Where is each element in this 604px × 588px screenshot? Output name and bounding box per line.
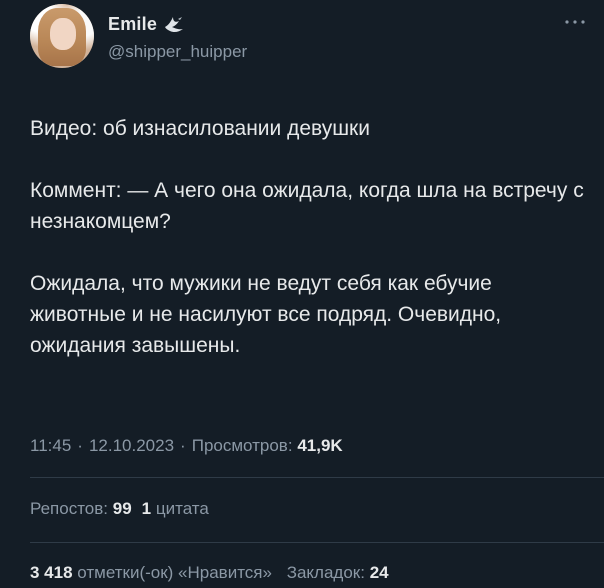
avatar-face — [50, 18, 76, 50]
tweet-text: Видео: об изнасиловании девушки Коммент:… — [30, 113, 590, 361]
tweet-time[interactable]: 11:45 — [30, 436, 71, 455]
dove-icon — [165, 16, 184, 32]
separator: · — [180, 436, 186, 455]
divider — [30, 542, 604, 543]
tweet-paragraph: Ожидала, что мужики не ведут себя как еб… — [30, 272, 502, 357]
tweet-paragraph: Видео: об изнасиловании девушки — [30, 117, 370, 140]
quotes-count[interactable]: 1 — [142, 499, 151, 518]
likes-count[interactable]: 3 418 — [30, 563, 73, 582]
divider — [30, 477, 604, 478]
engagement-stats: 3 418 отметки(-ок) «Нравится» Закладок: … — [30, 563, 389, 583]
tweet-date[interactable]: 12.10.2023 — [89, 436, 174, 455]
tweet-card: Emile @shipper_huipper Видео: об изнасил… — [0, 0, 604, 588]
display-name[interactable]: Emile — [108, 14, 157, 35]
tweet-meta: 11:45 · 12.10.2023 · Просмотров: 41,9K — [30, 436, 343, 456]
likes-label[interactable]: отметки(-ок) «Нравится» — [77, 563, 272, 582]
tweet-paragraph: Коммент: — А чего она ожидала, когда шла… — [30, 179, 584, 233]
quotes-label[interactable]: цитата — [156, 499, 209, 518]
separator: · — [77, 436, 83, 455]
author-name-row: Emile — [108, 14, 185, 35]
more-dots-icon[interactable] — [562, 15, 588, 29]
author-handle[interactable]: @shipper_huipper — [108, 42, 247, 62]
views-label: Просмотров: — [191, 436, 293, 455]
reposts-count[interactable]: 99 — [113, 499, 132, 518]
views-count: 41,9K — [297, 436, 343, 455]
bookmarks-count: 24 — [369, 563, 389, 582]
avatar[interactable] — [30, 4, 94, 68]
repost-stats: Репостов: 99 1 цитата — [30, 499, 209, 519]
bookmarks-label: Закладок: — [286, 563, 365, 582]
reposts-label[interactable]: Репостов: — [30, 499, 108, 518]
